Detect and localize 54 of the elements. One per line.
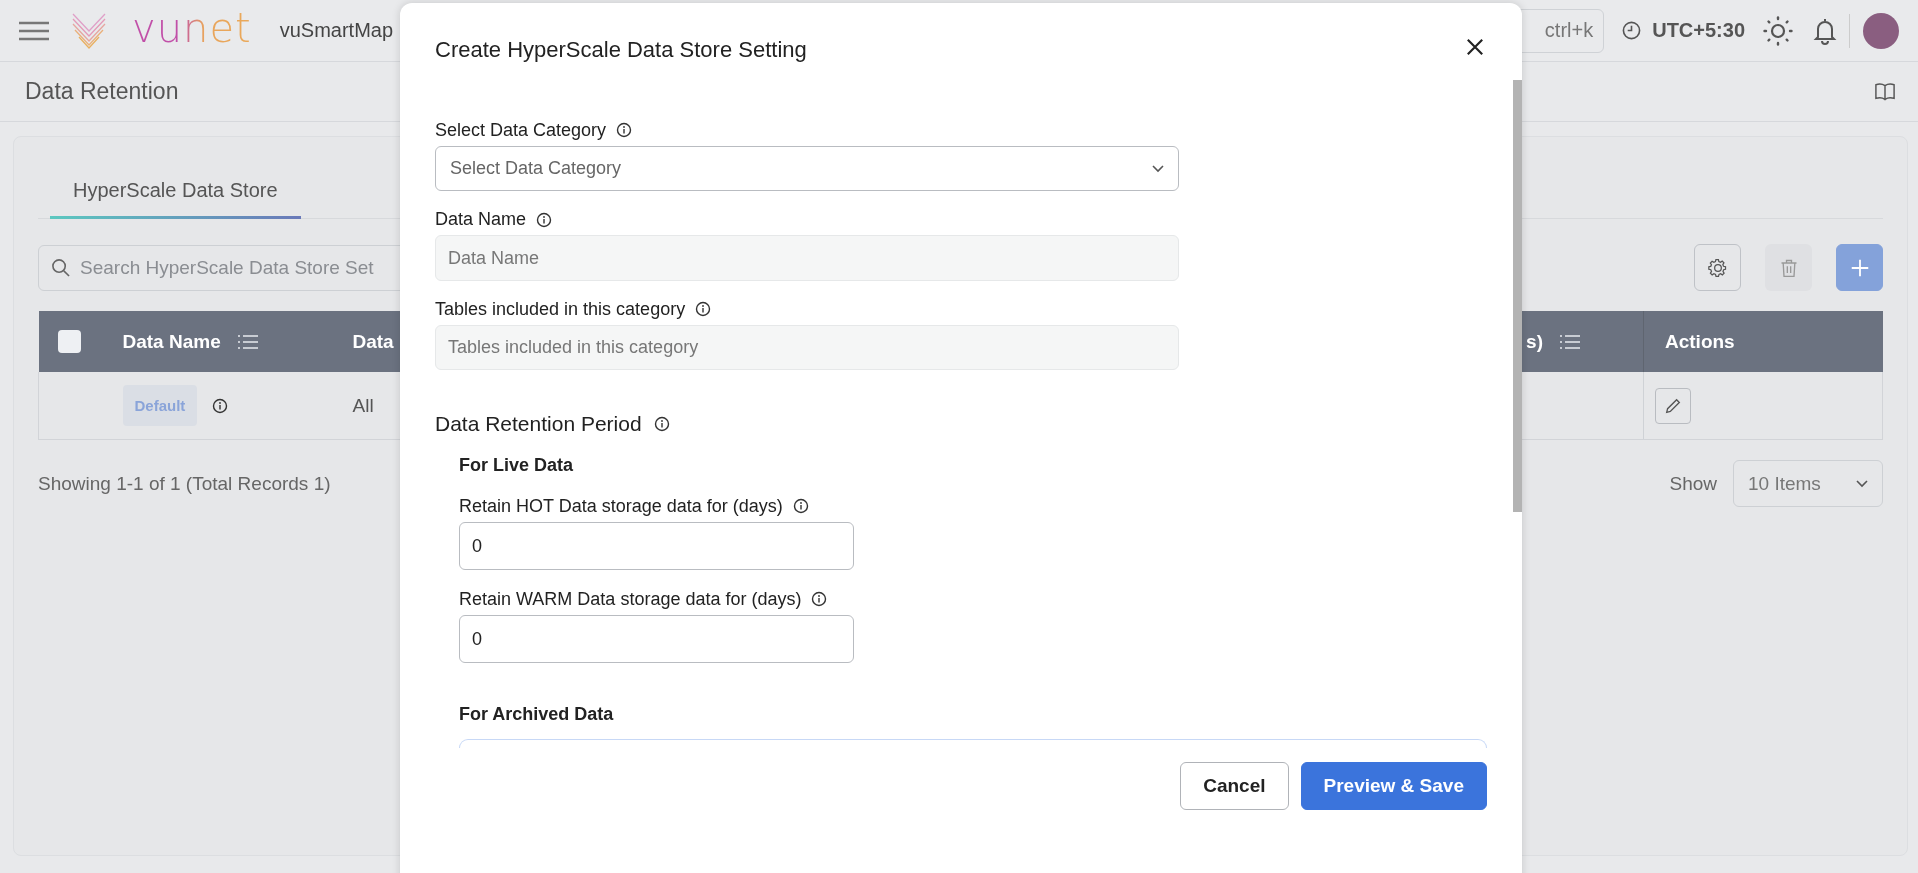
avatar[interactable] bbox=[1863, 12, 1899, 49]
field-label: Retain HOT Data storage data for (days) bbox=[459, 495, 783, 517]
info-icon bbox=[653, 415, 670, 432]
column-header: s) bbox=[1526, 330, 1543, 353]
field-label: Retain WARM Data storage data for (days) bbox=[459, 588, 802, 610]
column-header: Actions bbox=[1665, 330, 1735, 353]
section-title: Data Retention Period bbox=[435, 411, 642, 436]
menu-icon[interactable] bbox=[19, 20, 49, 41]
info-icon bbox=[792, 498, 809, 514]
field-label: Select Data Category bbox=[435, 119, 607, 141]
app-name: vuSmartMap bbox=[279, 19, 394, 42]
records-summary: Showing 1-1 of 1 (Total Records 1) bbox=[38, 472, 331, 495]
search-icon bbox=[51, 258, 70, 277]
tag: Default bbox=[122, 385, 198, 426]
info-icon bbox=[811, 591, 828, 607]
add-button[interactable] bbox=[1836, 244, 1883, 291]
book-icon[interactable] bbox=[1874, 81, 1896, 102]
info-icon bbox=[616, 122, 633, 139]
timezone-label[interactable]: UTC+5:30 bbox=[1652, 19, 1745, 42]
field-label: Data Name bbox=[435, 209, 527, 231]
sort-icon[interactable] bbox=[1559, 333, 1581, 350]
tab[interactable]: HyperScale Data Store bbox=[50, 179, 301, 219]
column-header: Data Name bbox=[122, 330, 221, 353]
show-label: Show bbox=[1669, 472, 1717, 495]
info-icon bbox=[212, 397, 229, 414]
group-title: For Archived Data bbox=[459, 704, 615, 725]
table-cell-text: All bbox=[351, 394, 374, 416]
save-button[interactable]: Preview & Save bbox=[1300, 762, 1487, 810]
page-title: Data Retention bbox=[25, 78, 179, 105]
checkbox[interactable] bbox=[57, 330, 81, 353]
edit-button[interactable] bbox=[1655, 387, 1691, 424]
logo-icon bbox=[72, 12, 106, 49]
settings-icon bbox=[1707, 257, 1728, 278]
select-field[interactable]: Select Data Category bbox=[435, 145, 1179, 192]
bell-icon[interactable] bbox=[1813, 16, 1837, 45]
chevron-down-icon bbox=[1856, 479, 1868, 488]
group-title: For Live Data bbox=[459, 455, 575, 476]
settings-button[interactable] bbox=[1694, 244, 1741, 291]
cancel-button[interactable]: Cancel bbox=[1180, 762, 1289, 810]
chevron-down-icon bbox=[1152, 164, 1164, 173]
scrollbar-thumb[interactable] bbox=[1513, 80, 1522, 512]
input-field[interactable]: 0 bbox=[459, 522, 854, 570]
sun-icon[interactable] bbox=[1763, 15, 1793, 46]
input-field[interactable]: 0 bbox=[459, 615, 854, 663]
sort-icon[interactable] bbox=[236, 333, 259, 350]
clock-icon bbox=[1622, 21, 1642, 40]
field-label: Tables included in this category bbox=[435, 298, 686, 320]
pencil-icon bbox=[1664, 396, 1682, 415]
dialog-title: Create HyperScale Data Store Setting bbox=[435, 37, 807, 63]
page-size-select[interactable]: 10 Items bbox=[1733, 460, 1883, 507]
close-icon bbox=[1466, 37, 1484, 56]
info-icon bbox=[695, 301, 712, 318]
column-header: Data bbox=[352, 330, 394, 353]
info-icon bbox=[536, 211, 553, 228]
